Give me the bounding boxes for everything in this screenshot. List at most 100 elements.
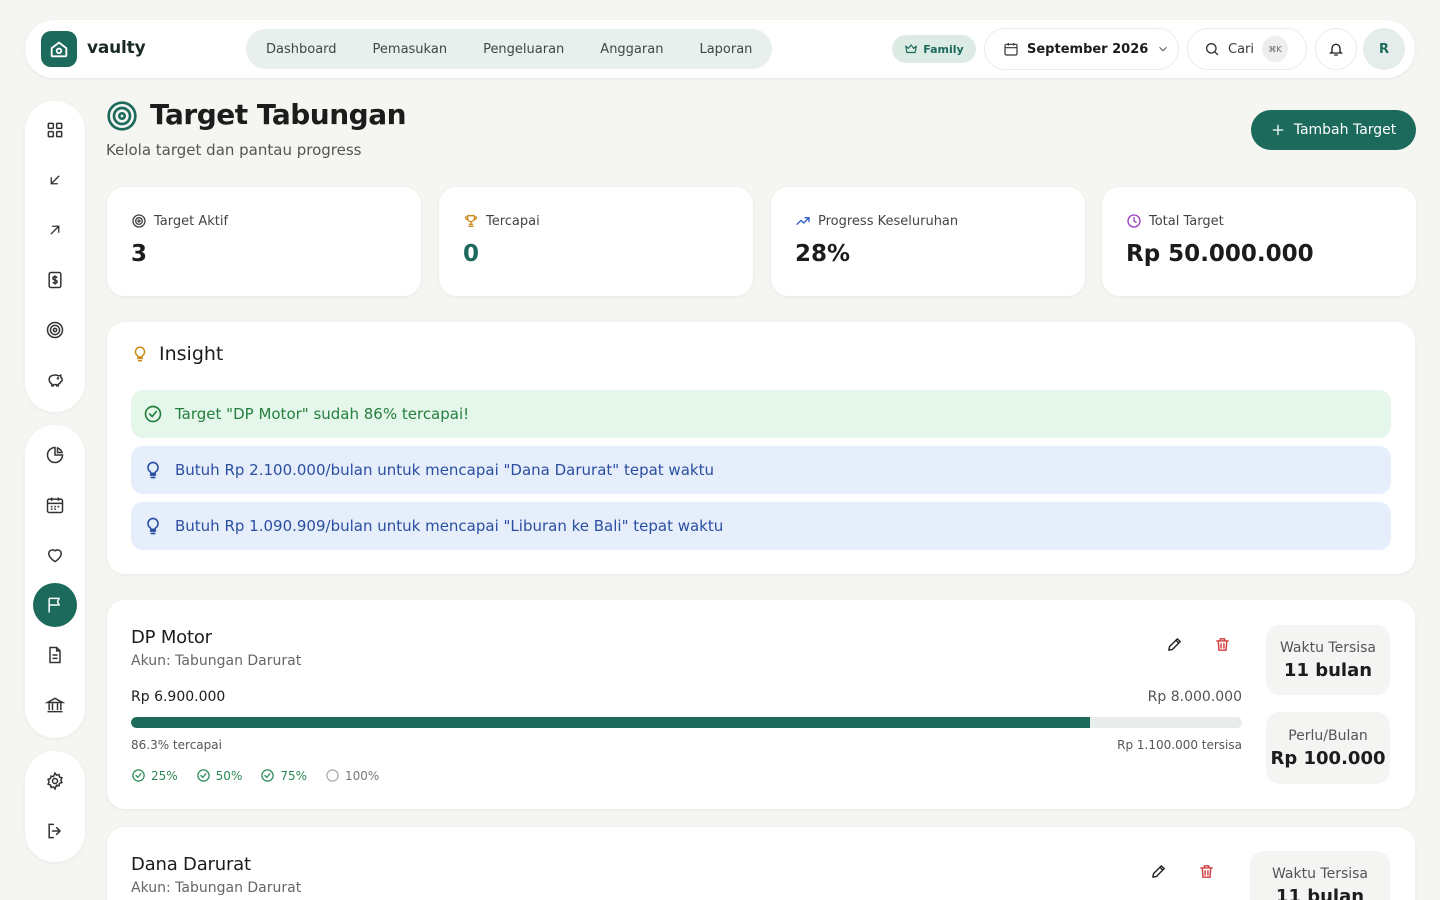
check-circle-icon [261, 769, 275, 782]
insight-item: Butuh Rp 1.090.909/bulan untuk mencapai … [131, 502, 1391, 550]
plan-badge[interactable]: Family [892, 35, 976, 63]
pencil-icon [1167, 637, 1181, 651]
insight-panel: Insight Target "DP Motor" sudah 86% terc… [107, 322, 1415, 574]
milestone-label: 50% [215, 768, 243, 783]
goal-percent: 86.3% tercapai [131, 738, 222, 752]
goal-current-amount: Rp 6.900.000 [131, 689, 226, 705]
period-selector[interactable]: September 2026 [984, 28, 1179, 70]
per-month-box: Perlu/Bulan Rp 100.000 [1266, 712, 1390, 784]
sidebar-item-income[interactable] [33, 158, 77, 202]
logo-icon[interactable] [41, 31, 77, 67]
document-icon [49, 646, 61, 664]
nav-laporan[interactable]: Laporan [681, 42, 770, 57]
stat-value: Rp 50.000.000 [1126, 241, 1314, 267]
arrow-down-left-icon [50, 175, 60, 185]
plus-icon [1272, 124, 1284, 136]
search-shortcut: ⌘K [1262, 36, 1288, 62]
goal-remaining: Rp 1.100.000 tersisa [1117, 738, 1242, 752]
insight-title: Insight [159, 343, 224, 365]
sidebar-item-settings[interactable] [33, 759, 77, 803]
milestone-list: 25% 50% 75% 100% [131, 768, 379, 783]
goal-name: DP Motor [131, 627, 212, 648]
sidebar-group-bottom [25, 751, 85, 862]
grid-icon [47, 122, 63, 138]
insight-item: Butuh Rp 2.100.000/bulan untuk mencapai … [131, 446, 1391, 494]
goal-card: Dana Darurat Akun: Tabungan Darurat Wakt… [107, 827, 1415, 900]
gear-icon [47, 771, 63, 791]
sidebar-item-budget[interactable] [33, 258, 77, 302]
calendar-icon [1004, 43, 1018, 56]
sidebar-item-documents[interactable] [33, 633, 77, 677]
main-nav: Dashboard Pemasukan Pengeluaran Anggaran… [246, 29, 773, 69]
nav-pengeluaran[interactable]: Pengeluaran [465, 42, 582, 57]
circle-icon [326, 769, 339, 782]
milestone-label: 25% [151, 768, 178, 783]
lightbulb-icon [147, 461, 159, 479]
delete-button[interactable] [1191, 856, 1221, 886]
sidebar-item-accounts[interactable] [33, 683, 77, 727]
pie-chart-icon [46, 446, 64, 464]
time-left-value: 11 bulan [1275, 885, 1365, 900]
logout-icon [48, 823, 62, 839]
heart-icon [48, 549, 62, 563]
search-icon [1206, 43, 1219, 56]
trophy-icon [464, 215, 478, 227]
trash-icon [1215, 637, 1229, 651]
sidebar-item-dashboard[interactable] [33, 108, 77, 152]
sidebar-item-reports[interactable] [33, 433, 77, 477]
stat-label: Total Target [1149, 213, 1224, 229]
target-icon [132, 214, 146, 228]
nav-anggaran[interactable]: Anggaran [582, 42, 681, 57]
edit-button[interactable] [1159, 629, 1189, 659]
time-left-box: Waktu Tersisa 11 bulan [1266, 625, 1390, 695]
per-month-label: Perlu/Bulan [1288, 727, 1368, 744]
period-label: September 2026 [1027, 41, 1149, 57]
goal-account: Akun: Tabungan Darurat [131, 653, 302, 669]
delete-button[interactable] [1207, 629, 1237, 659]
sidebar-group-tools [25, 425, 85, 738]
insight-text: Butuh Rp 1.090.909/bulan untuk mencapai … [175, 517, 724, 535]
nav-dashboard[interactable]: Dashboard [248, 42, 355, 57]
piggy-bank-icon [48, 374, 63, 387]
milestone-label: 100% [345, 768, 380, 783]
insight-item: Target "DP Motor" sudah 86% tercapai! [131, 390, 1391, 438]
lightbulb-icon [134, 346, 146, 362]
sidebar-item-savings[interactable] [33, 358, 77, 402]
search-label: Cari [1228, 41, 1254, 57]
sidebar-item-wishlist[interactable] [33, 533, 77, 577]
trash-icon [1199, 864, 1213, 878]
chevron-down-icon [1159, 46, 1168, 52]
notification-button[interactable] [1315, 28, 1357, 70]
goal-target-amount: Rp 8.000.000 [1147, 689, 1242, 705]
target-icon [107, 101, 137, 131]
stat-label: Target Aktif [154, 213, 229, 229]
goal-progress-bar [131, 717, 1242, 728]
sidebar-item-goals[interactable] [33, 308, 77, 352]
clock-icon [1127, 214, 1141, 228]
top-bar: vaulty Dashboard Pemasukan Pengeluaran A… [25, 20, 1415, 78]
time-left-value: 11 bulan [1283, 659, 1373, 681]
insight-text: Butuh Rp 2.100.000/bulan untuk mencapai … [175, 461, 714, 479]
sidebar-group-main [25, 101, 85, 412]
stat-label: Progress Keseluruhan [818, 213, 959, 229]
avatar[interactable]: R [1363, 28, 1405, 70]
edit-button[interactable] [1143, 856, 1173, 886]
sidebar-item-targets[interactable] [33, 583, 77, 627]
brand-name[interactable]: vaulty [87, 38, 146, 58]
goal-card: DP Motor Akun: Tabungan Darurat Rp 6.900… [107, 600, 1415, 809]
bell-icon [1329, 43, 1343, 56]
target-icon [46, 321, 64, 339]
goal-name: Dana Darurat [131, 854, 251, 875]
check-circle-icon [144, 405, 162, 423]
search-button[interactable]: Cari ⌘K [1187, 28, 1307, 70]
sidebar-item-calendar[interactable] [33, 483, 77, 527]
stat-value: 28% [795, 241, 851, 267]
bank-icon [45, 697, 65, 713]
calendar-icon [46, 497, 64, 514]
nav-pemasukan[interactable]: Pemasukan [355, 42, 466, 57]
insight-text: Target "DP Motor" sudah 86% tercapai! [175, 405, 470, 423]
sidebar-item-logout[interactable] [33, 809, 77, 853]
sidebar-item-expense[interactable] [33, 208, 77, 252]
add-target-button[interactable]: Tambah Target [1251, 110, 1416, 150]
page-title-icon [106, 100, 138, 132]
